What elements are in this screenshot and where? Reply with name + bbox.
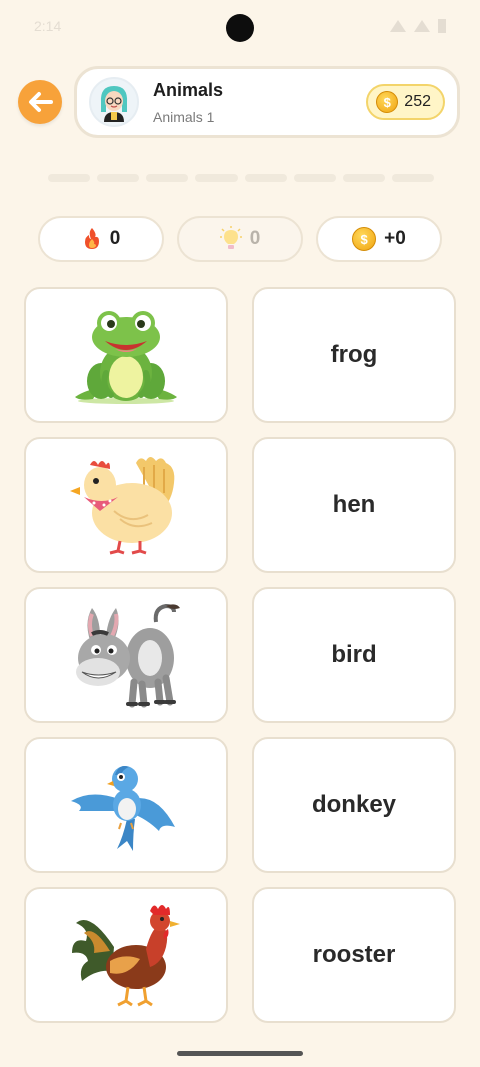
progress-segment [244, 174, 287, 182]
stats-row: 0 0 $ +0 [38, 216, 442, 262]
back-button[interactable] [18, 80, 62, 124]
word-card-label: donkey [311, 791, 397, 818]
word-card-label: bird [331, 641, 377, 668]
progress-segment [48, 174, 91, 182]
wifi-icon [390, 20, 406, 32]
hint-value: 0 [249, 228, 261, 249]
word-card-label: frog [330, 341, 378, 368]
lesson-progress [48, 174, 434, 182]
streak-stat: 0 [38, 216, 164, 262]
coin-balance[interactable]: $ 252 [366, 84, 445, 120]
rooster-image [72, 905, 180, 1007]
frog-image [75, 311, 177, 404]
progress-segment [391, 174, 434, 182]
status-left: 2:14 [34, 18, 61, 34]
word-card[interactable]: donkey [252, 737, 456, 873]
coin-icon: $ [352, 227, 377, 251]
status-time: 2:14 [34, 18, 62, 34]
bird-image [71, 766, 175, 851]
coins-gained-value: +0 [384, 228, 406, 249]
image-card-bird[interactable] [24, 737, 228, 873]
battery-icon [438, 19, 446, 33]
camera-cutout [226, 14, 254, 42]
avatar [89, 77, 139, 127]
hint-button[interactable]: 0 [177, 216, 303, 262]
progress-segment [195, 174, 238, 182]
progress-segment [293, 174, 336, 182]
status-icons [390, 19, 446, 33]
match-grid: frog hen bird donkey rooster [24, 287, 456, 1023]
word-card[interactable]: rooster [252, 887, 456, 1023]
lesson-title: Animals [153, 79, 224, 100]
image-card-donkey[interactable] [24, 587, 228, 723]
home-indicator[interactable] [177, 1051, 303, 1056]
lesson-header: Animals Animals 1 $ 252 [74, 66, 460, 138]
coin-icon: $ [376, 91, 399, 113]
arrow-left-icon [29, 92, 53, 112]
coins-gained-stat: $ +0 [316, 216, 442, 262]
word-card[interactable]: bird [252, 587, 456, 723]
image-card-hen[interactable] [24, 437, 228, 573]
avatar-girl-icon [100, 86, 128, 122]
progress-segment [146, 174, 189, 182]
coin-balance-value: 252 [404, 93, 431, 110]
fire-icon [84, 228, 99, 249]
signal-icon [414, 20, 430, 32]
lightbulb-icon [219, 226, 242, 249]
progress-segment [97, 174, 140, 182]
word-card[interactable]: hen [252, 437, 456, 573]
word-card-label: hen [332, 491, 376, 518]
lesson-subtitle: Animals 1 [153, 108, 215, 125]
donkey-image [76, 603, 180, 708]
progress-segment [342, 174, 385, 182]
image-card-rooster[interactable] [24, 887, 228, 1023]
image-card-frog[interactable] [24, 287, 228, 423]
streak-value: 0 [109, 228, 121, 249]
hen-image [70, 457, 175, 555]
word-card-label: rooster [312, 941, 396, 968]
word-card[interactable]: frog [252, 287, 456, 423]
